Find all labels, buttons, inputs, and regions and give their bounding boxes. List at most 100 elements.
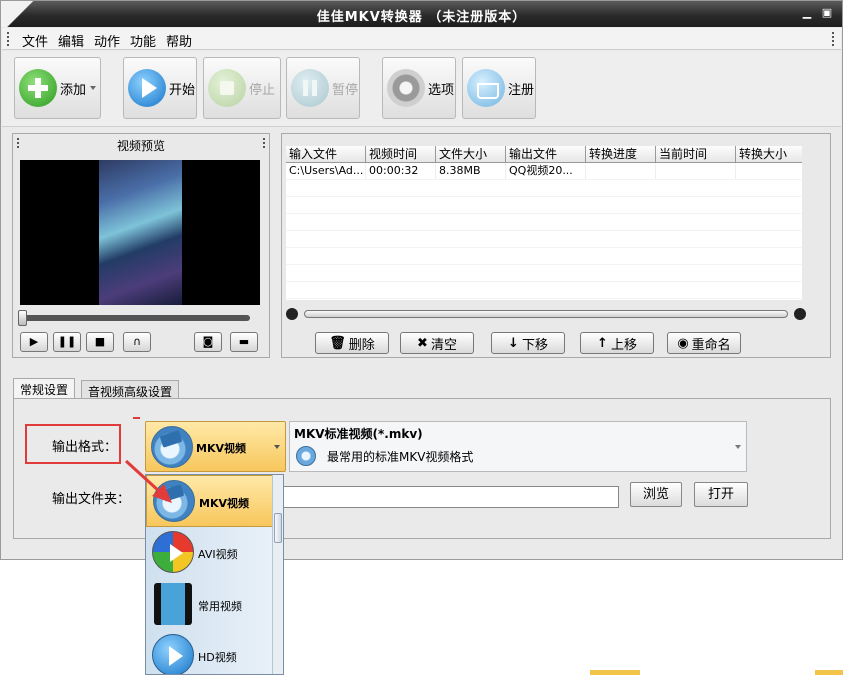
basket-icon [467, 69, 505, 107]
title-bar: 佳佳MKV转换器 （未注册版本） ▁ ▣ [1, 1, 842, 27]
menu-bar: 文件 编辑 动作 功能 帮助 [2, 28, 841, 50]
output-format-select[interactable]: MKV视频 [145, 421, 286, 472]
video-preview-panel: 视频预览 ▶ ❚❚ ■ ∩ ◙ ▬ [12, 133, 270, 358]
pause-playback-button[interactable]: ❚❚ [53, 332, 81, 352]
selected-format-label: MKV视频 [196, 442, 246, 455]
format-title: MKV标准视频(*.mkv) [294, 427, 423, 441]
move-up-button[interactable]: ↑ 上移 [580, 332, 654, 354]
pause-label: 暂停 [332, 82, 359, 98]
add-button[interactable]: 添加 [14, 57, 101, 119]
cell-progress [586, 163, 656, 179]
menu-file[interactable]: 文件 [22, 31, 48, 50]
register-label: 注册 [508, 82, 535, 98]
menu-grip [7, 32, 11, 46]
chevron-down-icon[interactable] [274, 445, 280, 449]
start-label: 开始 [169, 82, 196, 98]
delete-button[interactable]: 🗑 删除 [315, 332, 389, 354]
mkv-small-icon [296, 446, 316, 466]
col-current-time[interactable]: 当前时间 [656, 146, 736, 163]
dropdown-item-mkv[interactable]: MKV视频 [146, 475, 273, 527]
scroll-right-icon[interactable] [794, 308, 806, 320]
move-down-button[interactable]: ↓ 下移 [491, 332, 565, 354]
format-dropdown-list: MKV视频 AVI视频 常用视频 HD视频 [145, 474, 284, 675]
arrow-down-icon: ↓ [508, 335, 519, 351]
hd-video-icon [152, 634, 194, 674]
start-button[interactable]: 开始 [123, 57, 197, 119]
scroll-left-icon[interactable] [286, 308, 298, 320]
open-button[interactable]: 打开 [694, 482, 748, 507]
gear-icon [387, 69, 425, 107]
preview-title: 视频预览 [116, 139, 165, 153]
move-down-label: 下移 [521, 337, 548, 353]
stop-playback-button[interactable]: ■ [86, 332, 114, 352]
tab-av-advanced[interactable]: 音视频高级设置 [81, 380, 180, 399]
loop-button[interactable]: ∩ [123, 332, 151, 352]
output-folder-label: 输出文件夹： [52, 492, 131, 507]
output-folder-input[interactable] [283, 486, 619, 508]
menu-action[interactable]: 动作 [94, 31, 120, 50]
minimize-button[interactable]: ▁ [798, 5, 816, 21]
scroll-thumb[interactable] [304, 310, 788, 318]
clear-button[interactable]: ✖ 清空 [400, 332, 474, 354]
play-icon [128, 69, 166, 107]
video-frame [99, 160, 182, 305]
folder-button[interactable]: ▬ [230, 332, 258, 352]
format-description: 最常用的标准MKV视频格式 [327, 450, 474, 464]
menu-grip-right [832, 32, 836, 46]
dropdown-item-avi[interactable]: AVI视频 [146, 527, 273, 579]
menu-function[interactable]: 功能 [130, 31, 156, 50]
dropdown-scroll-thumb[interactable] [274, 513, 282, 543]
play-button[interactable]: ▶ [20, 332, 48, 352]
dropdown-item-hd[interactable]: HD视频 [146, 630, 273, 674]
cell-output-file: QQ视频20... [506, 163, 586, 179]
pause-icon [291, 69, 329, 107]
background-fragment [590, 670, 640, 675]
close-button[interactable]: ▣ [818, 5, 836, 21]
table-row[interactable]: C:\Users\Ad... 00:00:32 8.38MB QQ视频20... [286, 163, 802, 179]
dropdown-item-common[interactable]: 常用视频 [146, 579, 273, 631]
film-icon [154, 583, 192, 625]
options-button[interactable]: 选项 [382, 57, 456, 119]
background-fragment [815, 670, 843, 675]
annotation-mark [133, 417, 140, 419]
col-input-file[interactable]: 输入文件 [286, 146, 366, 163]
dropdown-item-label: 常用视频 [198, 600, 242, 613]
col-convert-size[interactable]: 转换大小 [736, 146, 802, 163]
rename-button[interactable]: ◉ 重命名 [667, 332, 741, 354]
col-progress[interactable]: 转换进度 [586, 146, 656, 163]
app-window: 佳佳MKV转换器 （未注册版本） ▁ ▣ 文件 编辑 动作 功能 帮助 添加 开… [0, 0, 843, 560]
dropdown-scrollbar[interactable] [272, 475, 283, 674]
col-output-file[interactable]: 输出文件 [506, 146, 586, 163]
table-header: 输入文件 视频时间 文件大小 输出文件 转换进度 当前时间 转换大小 [286, 146, 802, 163]
col-file-size[interactable]: 文件大小 [436, 146, 506, 163]
chevron-down-icon[interactable] [735, 445, 741, 449]
browse-button[interactable]: 浏览 [630, 482, 682, 507]
file-list-panel: 输入文件 视频时间 文件大小 输出文件 转换进度 当前时间 转换大小 C:\Us… [281, 133, 831, 358]
add-icon [19, 69, 57, 107]
annotation-highlight-box [25, 424, 121, 464]
seek-bar[interactable] [20, 315, 250, 321]
format-detail-select[interactable]: MKV标准视频(*.mkv) 最常用的标准MKV视频格式 [289, 421, 747, 472]
snapshot-button[interactable]: ◙ [194, 332, 222, 352]
cell-convert-size [736, 163, 802, 179]
tab-general-settings[interactable]: 常规设置 [13, 378, 76, 399]
clear-x-icon: ✖ [417, 335, 428, 351]
seek-thumb[interactable] [18, 310, 27, 326]
menu-help[interactable]: 帮助 [166, 31, 192, 50]
arrow-up-icon: ↑ [597, 335, 608, 351]
file-table: 输入文件 视频时间 文件大小 输出文件 转换进度 当前时间 转换大小 C:\Us… [286, 146, 802, 300]
register-button[interactable]: 注册 [462, 57, 536, 119]
col-video-time[interactable]: 视频时间 [366, 146, 436, 163]
chevron-down-icon[interactable] [90, 86, 96, 90]
pause-button[interactable]: 暂停 [286, 57, 360, 119]
mkv-video-icon [153, 480, 195, 522]
stop-button[interactable]: 停止 [203, 57, 281, 119]
menu-edit[interactable]: 编辑 [58, 31, 84, 50]
cell-current-time [656, 163, 736, 179]
stop-label: 停止 [249, 82, 276, 98]
horizontal-scrollbar[interactable] [286, 308, 806, 320]
options-label: 选项 [428, 82, 455, 98]
add-label: 添加 [60, 82, 87, 98]
window-title: 佳佳MKV转换器 （未注册版本） [316, 10, 527, 25]
toolbar: 添加 开始 停止 暂停 选项 注册 [2, 51, 841, 127]
